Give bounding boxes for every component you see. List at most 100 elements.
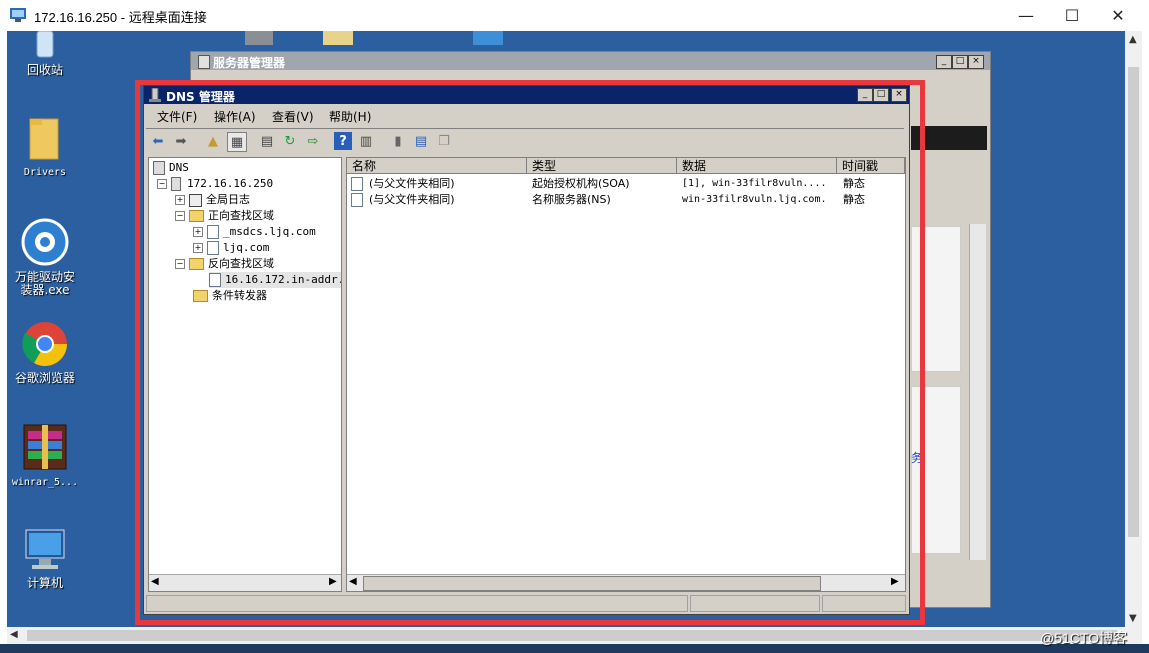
desktop-icon-label: 万能驱动安装器.exe: [14, 270, 75, 297]
scroll-left-arrow-icon[interactable]: ◀: [151, 576, 159, 587]
server-manager-title: 服务器管理器: [213, 56, 286, 70]
tree-hscrollbar[interactable]: ◀ ▶: [149, 574, 341, 591]
server-manager-scrollbar[interactable]: [969, 224, 986, 560]
desktop-icon-label: 计算机: [26, 576, 63, 590]
tree-node-dns[interactable]: DNS: [153, 160, 189, 176]
refresh-icon[interactable]: ↻: [281, 132, 299, 150]
collapse-toggle[interactable]: −: [175, 211, 185, 221]
desktop-icon-driver-installer[interactable]: 万能驱动安装器.exe: [7, 218, 83, 297]
menu-help[interactable]: 帮助(H): [329, 108, 371, 125]
scroll-down-arrow-icon[interactable]: ▼: [1129, 613, 1137, 624]
back-arrow-icon[interactable]: ⬅: [149, 132, 167, 150]
desktop-icon-recycle-bin[interactable]: 回收站: [7, 31, 83, 77]
scroll-right-arrow-icon[interactable]: ▶: [329, 576, 337, 587]
dns-maximize-button[interactable]: □: [873, 88, 889, 102]
server-manager-maximize-button[interactable]: □: [952, 55, 968, 69]
collapse-toggle[interactable]: −: [175, 259, 185, 269]
recycle-bin-icon: [36, 31, 54, 58]
server-icon: [171, 177, 181, 191]
table-row[interactable]: (与父文件夹相同) 名称服务器(NS) win-33filr8vuln.ljq.…: [347, 192, 905, 208]
tree-node-reverse-zone-selected[interactable]: 16.16.172.in-addr.a: [209, 272, 341, 288]
rdp-maximize-button[interactable]: ☐: [1049, 0, 1095, 31]
tree-node-conditional-forwarders[interactable]: 条件转发器: [193, 288, 267, 304]
rdp-title-bar: 172.16.16.250 - 远程桌面连接 — ☐ ✕: [0, 0, 1149, 31]
export-icon[interactable]: ⇨: [304, 132, 322, 150]
server-manager-minimize-button[interactable]: _: [936, 55, 952, 69]
scroll-right-arrow-icon[interactable]: ▶: [891, 576, 899, 587]
gear-icon: [21, 218, 69, 266]
rdp-minimize-button[interactable]: —: [1003, 0, 1049, 31]
collapse-toggle[interactable]: −: [157, 179, 167, 189]
server-icon[interactable]: ▮: [389, 132, 407, 150]
help-icon[interactable]: ?: [334, 132, 352, 150]
list-hscrollbar[interactable]: ◀ ▶: [347, 574, 905, 591]
dns-manager-window[interactable]: DNS 管理器 _ □ × 文件(F) 操作(A) 查看(V) 帮助(H) ⬅ …: [143, 85, 910, 615]
folder-icon: [193, 290, 208, 302]
records-list-pane[interactable]: 名称 类型 数据 时间戳 (与父文件夹相同) 起始授权机构(SOA) [1], …: [346, 157, 906, 592]
scroll-thumb[interactable]: [27, 630, 1117, 641]
up-folder-icon[interactable]: ▲: [204, 132, 222, 150]
desktop-icon-label: 回收站: [26, 63, 63, 77]
cell-timestamp: 静态: [843, 177, 865, 190]
tree-node-server[interactable]: −172.16.16.250: [157, 176, 273, 192]
watermark: @51CTO博客: [1040, 630, 1128, 646]
expand-toggle[interactable]: +: [193, 227, 203, 237]
expand-toggle[interactable]: +: [175, 195, 185, 205]
cell-data: [1], win-33filr8vuln....: [682, 178, 827, 189]
cell-name: (与父文件夹相同): [369, 177, 455, 190]
column-header-name[interactable]: 名称: [347, 158, 527, 174]
dns-close-button[interactable]: ×: [891, 88, 907, 102]
copy-icon[interactable]: ❐: [435, 132, 453, 150]
tree-pane[interactable]: DNS −172.16.16.250 + 全局日志 − 正向查找区域 + _msdcs…: [148, 157, 342, 592]
scroll-thumb[interactable]: [363, 576, 821, 591]
rdp-horizontal-scrollbar[interactable]: ◀: [7, 627, 1142, 644]
tree-node-global-logs[interactable]: + 全局日志: [175, 192, 250, 208]
folder-icon: [189, 258, 204, 270]
column-header-data[interactable]: 数据: [677, 158, 837, 174]
column-header-timestamp[interactable]: 时间戳: [837, 158, 905, 174]
dns-minimize-button[interactable]: _: [857, 88, 873, 102]
menu-action[interactable]: 操作(A): [214, 108, 256, 125]
status-panel: [690, 595, 820, 612]
tree-node-msdcs-zone[interactable]: + _msdcs.ljq.com: [193, 224, 316, 240]
dns-title: DNS 管理器: [166, 90, 235, 104]
forward-arrow-icon[interactable]: ➡: [172, 132, 190, 150]
rdp-close-button[interactable]: ✕: [1095, 0, 1141, 31]
desktop-icon-computer[interactable]: 计算机: [7, 528, 83, 590]
menu-view[interactable]: 查看(V): [272, 108, 314, 125]
expand-toggle[interactable]: +: [193, 243, 203, 253]
tree-node-ljq-zone[interactable]: + ljq.com: [193, 240, 269, 256]
scroll-thumb[interactable]: [1128, 67, 1139, 537]
desktop-icon-label: winrar_5...: [11, 477, 79, 488]
properties-icon[interactable]: ▥: [357, 132, 375, 150]
desktop-icon-drivers[interactable]: Drivers: [7, 115, 83, 179]
zone-record-icon[interactable]: ▤: [412, 132, 430, 150]
scroll-left-arrow-icon[interactable]: ◀: [10, 629, 18, 640]
status-panel: [822, 595, 906, 612]
column-header-type[interactable]: 类型: [527, 158, 677, 174]
server-manager-dark-header: [911, 126, 987, 150]
rdp-vertical-scrollbar[interactable]: ▲ ▼: [1125, 31, 1142, 627]
server-manager-link-text[interactable]: 务: [911, 449, 923, 466]
dns-root-icon: [153, 161, 165, 175]
menu-file[interactable]: 文件(F): [157, 108, 197, 125]
export-list-icon[interactable]: ▤: [258, 132, 276, 150]
desktop-icon-label: 谷歌浏览器: [14, 371, 75, 385]
server-manager-close-button[interactable]: ×: [968, 55, 984, 69]
tree-node-reverse-zones[interactable]: − 反向查找区域: [175, 256, 274, 272]
tree-node-forward-zones[interactable]: − 正向查找区域: [175, 208, 274, 224]
winrar-icon: [23, 424, 67, 470]
zone-icon: [209, 273, 221, 287]
desktop-icon-winrar[interactable]: winrar_5...: [7, 423, 83, 489]
status-bar: [146, 594, 906, 612]
scroll-left-arrow-icon[interactable]: ◀: [349, 576, 357, 587]
partial-desktop-icon: [473, 31, 503, 45]
scroll-up-arrow-icon[interactable]: ▲: [1129, 34, 1137, 45]
rdp-title: 172.16.16.250 - 远程桌面连接: [34, 10, 207, 25]
show-tree-icon[interactable]: ▦: [227, 132, 247, 152]
toolbar-separator: [146, 128, 904, 129]
desktop-icon-chrome[interactable]: 谷歌浏览器: [7, 321, 83, 385]
table-row[interactable]: (与父文件夹相同) 起始授权机构(SOA) [1], win-33filr8vu…: [347, 176, 905, 192]
record-icon: [351, 192, 367, 208]
server-manager-panel: [911, 226, 961, 372]
